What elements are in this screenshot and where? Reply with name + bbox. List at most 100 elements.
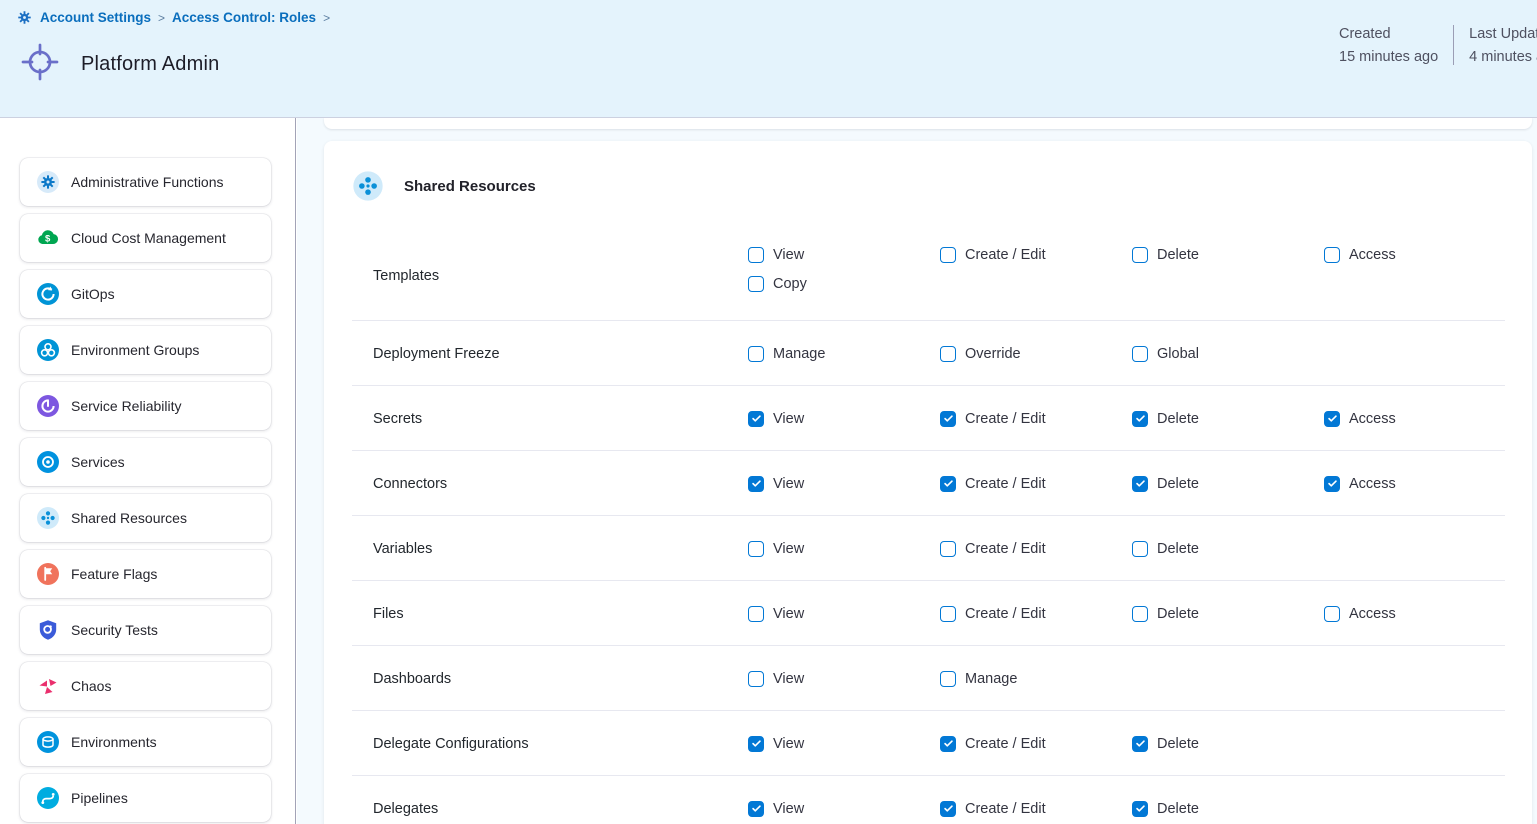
permission-row-delegates: Delegates View Create / Edit Delete: [324, 776, 1532, 824]
resource-label: Variables: [373, 541, 748, 557]
permission-option: Create / Edit: [940, 247, 1132, 263]
checkbox-create-edit[interactable]: [940, 411, 956, 427]
checkbox-view[interactable]: [748, 476, 764, 492]
permission-option: View: [748, 247, 940, 263]
checkbox-access[interactable]: [1324, 606, 1340, 622]
resource-label: Deployment Freeze: [373, 346, 748, 362]
permission-option: Copy: [748, 276, 940, 292]
permission-option: View: [748, 671, 940, 687]
feature-flag-icon: [36, 562, 60, 586]
permission-label: Access: [1349, 411, 1396, 427]
sidebar-item-label: Security Tests: [71, 622, 158, 638]
sidebar-item-environments[interactable]: Environments: [20, 718, 271, 766]
permission-label: Create / Edit: [965, 411, 1046, 427]
sidebar-item-administrative-functions[interactable]: Administrative Functions: [20, 158, 271, 206]
permission-label: Manage: [773, 346, 825, 362]
breadcrumb: Account Settings > Access Control: Roles…: [16, 9, 330, 26]
sidebar-item-feature-flags[interactable]: Feature Flags: [20, 550, 271, 598]
title-row: Platform Admin: [18, 40, 219, 89]
checkbox-create-edit[interactable]: [940, 606, 956, 622]
resource-label: Delegates: [373, 801, 748, 817]
resource-label: Files: [373, 606, 748, 622]
breadcrumb-account-settings[interactable]: Account Settings: [40, 10, 151, 25]
permission-label: Delete: [1157, 736, 1199, 752]
permission-option: View: [748, 736, 940, 752]
permission-label: View: [773, 801, 804, 817]
settings-gear-icon: [16, 9, 33, 26]
sidebar-item-pipelines[interactable]: Pipelines: [20, 774, 271, 822]
permission-option: Delete: [1132, 606, 1324, 622]
checkbox-view[interactable]: [748, 541, 764, 557]
checkbox-copy[interactable]: [748, 276, 764, 292]
sidebar-item-gitops[interactable]: GitOps: [20, 270, 271, 318]
previous-section-card-edge: [324, 118, 1532, 129]
checkbox-create-edit[interactable]: [940, 736, 956, 752]
sidebar-item-environment-groups[interactable]: Environment Groups: [20, 326, 271, 374]
checkbox-global[interactable]: [1132, 346, 1148, 362]
checkbox-access[interactable]: [1324, 476, 1340, 492]
checkbox-create-edit[interactable]: [940, 801, 956, 817]
permission-label: Delete: [1157, 411, 1199, 427]
last-updated-meta: Last Updated 4 minutes ago: [1469, 26, 1537, 65]
resource-label: Templates: [373, 268, 748, 284]
checkbox-view[interactable]: [748, 606, 764, 622]
checkbox-view[interactable]: [748, 736, 764, 752]
permission-row-variables: Variables View Create / Edit Delete: [324, 516, 1532, 581]
checkbox-access[interactable]: [1324, 411, 1340, 427]
permission-label: Create / Edit: [965, 247, 1046, 263]
svg-text:$: $: [45, 234, 51, 245]
role-crosshair-icon: [18, 40, 62, 89]
sidebar-item-security-tests[interactable]: Security Tests: [20, 606, 271, 654]
permission-option: Create / Edit: [940, 801, 1132, 817]
permission-option: Access: [1324, 606, 1532, 622]
permission-row-deployment-freeze: Deployment Freeze Manage Override Global: [324, 321, 1532, 386]
permission-option: View: [748, 801, 940, 817]
permission-label: Delete: [1157, 606, 1199, 622]
checkbox-manage[interactable]: [748, 346, 764, 362]
checkbox-delete[interactable]: [1132, 801, 1148, 817]
sidebar-item-shared-resources[interactable]: Shared Resources: [20, 494, 271, 542]
resource-label: Dashboards: [373, 671, 748, 687]
checkbox-delete[interactable]: [1132, 476, 1148, 492]
sidebar-item-label: Pipelines: [71, 790, 128, 806]
checkbox-view[interactable]: [748, 801, 764, 817]
permission-option: Delete: [1132, 411, 1324, 427]
checkbox-override[interactable]: [940, 346, 956, 362]
checkbox-create-edit[interactable]: [940, 476, 956, 492]
checkbox-view[interactable]: [748, 671, 764, 687]
checkbox-view[interactable]: [748, 411, 764, 427]
shared-resources-icon: [36, 506, 60, 530]
breadcrumb-access-control-roles[interactable]: Access Control: Roles: [172, 10, 316, 25]
sidebar-item-services[interactable]: Services: [20, 438, 271, 486]
checkbox-delete[interactable]: [1132, 606, 1148, 622]
checkbox-create-edit[interactable]: [940, 247, 956, 263]
permission-option: Global: [1132, 346, 1324, 362]
checkbox-view[interactable]: [748, 247, 764, 263]
section-title: Shared Resources: [404, 178, 536, 195]
permission-label: Copy: [773, 276, 807, 292]
permission-label: Create / Edit: [965, 476, 1046, 492]
sidebar-item-cloud-cost-management[interactable]: $ Cloud Cost Management: [20, 214, 271, 262]
permission-label: View: [773, 736, 804, 752]
permission-row-templates: Templates View Copy Create / Edit: [324, 231, 1532, 321]
checkbox-manage[interactable]: [940, 671, 956, 687]
permission-option: Create / Edit: [940, 736, 1132, 752]
checkbox-delete[interactable]: [1132, 736, 1148, 752]
permission-option: Delete: [1132, 736, 1324, 752]
permission-option: Delete: [1132, 801, 1324, 817]
admin-gear-icon: [36, 170, 60, 194]
permission-label: Access: [1349, 606, 1396, 622]
permission-option: Delete: [1132, 476, 1324, 492]
checkbox-delete[interactable]: [1132, 411, 1148, 427]
checkbox-delete[interactable]: [1132, 541, 1148, 557]
sidebar-item-chaos[interactable]: Chaos: [20, 662, 271, 710]
checkbox-create-edit[interactable]: [940, 541, 956, 557]
created-meta: Created 15 minutes ago: [1339, 26, 1438, 65]
permission-label: Access: [1349, 247, 1396, 263]
sidebar-item-service-reliability[interactable]: Service Reliability: [20, 382, 271, 430]
permission-label: Override: [965, 346, 1021, 362]
checkbox-delete[interactable]: [1132, 247, 1148, 263]
permission-option: Access: [1324, 247, 1532, 263]
resource-label: Connectors: [373, 476, 748, 492]
checkbox-access[interactable]: [1324, 247, 1340, 263]
